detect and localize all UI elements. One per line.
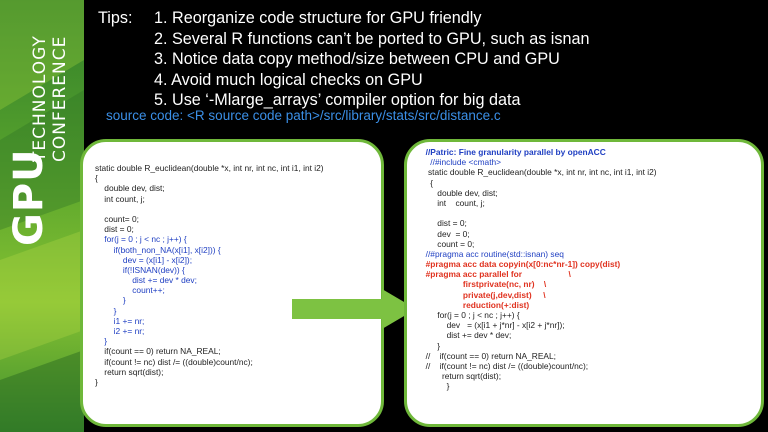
code-line: i1 += nr; [95, 315, 145, 326]
code-line: static double R_euclidean(double *x, int… [421, 167, 657, 178]
code-line: dist += dev * dev; [421, 330, 512, 341]
code-line: reduction(+:dist) [421, 299, 530, 310]
source-code-path: source code: <R source code path>/src/li… [106, 108, 501, 123]
right-arrow-icon [292, 289, 416, 329]
conference-sidebar: GPU TECHNOLOGY CONFERENCE [0, 0, 84, 432]
openacc-code-panel: //Patric: Fine granularity parallel by o… [404, 139, 764, 427]
code-line: } [95, 305, 117, 316]
code-line: //#include <cmath> [421, 157, 502, 168]
code-line: { [95, 173, 98, 184]
code-line: } [421, 340, 441, 351]
code-line: i2 += nr; [95, 326, 145, 336]
code-line: firstprivate(nc, nr) \ [421, 279, 547, 290]
tips-label: Tips: [98, 9, 133, 27]
code-line: } [95, 295, 126, 306]
brand-gpu: GPU [6, 148, 52, 246]
code-line: for(j = 0 ; j < nc ; j++) { [95, 234, 187, 245]
original-code-panel: static double R_euclidean(double *x, int… [80, 139, 384, 427]
code-line: double dev, dist; [421, 187, 498, 198]
brand-technology: TECHNOLOGY [30, 35, 50, 162]
code-line: dev = (x[i1] - x[i2]); [95, 254, 193, 265]
code-line: dev = 0; [421, 228, 470, 239]
code-line: count++; [95, 285, 165, 296]
code-line: #pragma acc parallel for \ [421, 269, 571, 280]
code-line: } [95, 336, 108, 347]
code-line: return sqrt(dist); [95, 366, 164, 377]
code-line: count = 0; [421, 238, 475, 249]
code-line: int count, j; [95, 193, 145, 204]
code-line: if(!ISNAN(dev)) { [95, 264, 185, 275]
code-line: for(j = 0 ; j < nc ; j++) { [421, 310, 520, 320]
tip-item: 2. Several R functions can’t be ported t… [154, 29, 590, 48]
code-line: #pragma acc data copyin(x[0:nc*nr-1]) co… [421, 259, 621, 270]
openacc-code-block: //Patric: Fine granularity parallel by o… [421, 147, 657, 392]
code-line: int count, j; [421, 197, 485, 208]
code-line: static double R_euclidean(double *x, int… [95, 163, 324, 173]
code-line: //Patric: Fine granularity parallel by o… [421, 147, 606, 157]
code-line: dist = 0; [421, 218, 467, 229]
tip-item: 4. Avoid much logical checks on GPU [154, 70, 423, 89]
code-line: // if(count == 0) return NA_REAL; [421, 350, 556, 361]
code-line: count= 0; [95, 213, 139, 224]
original-code-block: static double R_euclidean(double *x, int… [95, 163, 324, 387]
code-line: if(both_non_NA(x[i1], x[i2])) { [95, 244, 221, 255]
brand-conference: CONFERENCE [50, 35, 70, 162]
code-line: dev = (x[i1 + j*nr] - x[i2 + j*nr]); [421, 320, 565, 331]
code-line: //#pragma acc routine(std::isnan) seq [421, 248, 564, 259]
code-line: if(count != nc) dist /= ((double)count/n… [95, 356, 253, 367]
tip-item: 1. Reorganize code structure for GPU fri… [154, 9, 482, 27]
tip-item: 3. Notice data copy method/size between … [154, 50, 560, 69]
code-line: dist += dev * dev; [95, 275, 197, 286]
code-line: dist = 0; [95, 224, 134, 235]
code-line: double dev, dist; [95, 183, 165, 194]
tips-list: 1. Reorganize code structure for GPU fri… [154, 8, 590, 111]
code-line: return sqrt(dist); [421, 371, 502, 382]
code-line: if(count == 0) return NA_REAL; [95, 346, 221, 357]
code-line: { [421, 177, 434, 188]
code-line: } [95, 376, 98, 387]
code-line: private(j,dev,dist) \ [421, 289, 546, 300]
code-line: } [421, 381, 450, 392]
code-line: // if(count != nc) dist /= ((double)coun… [421, 360, 589, 371]
